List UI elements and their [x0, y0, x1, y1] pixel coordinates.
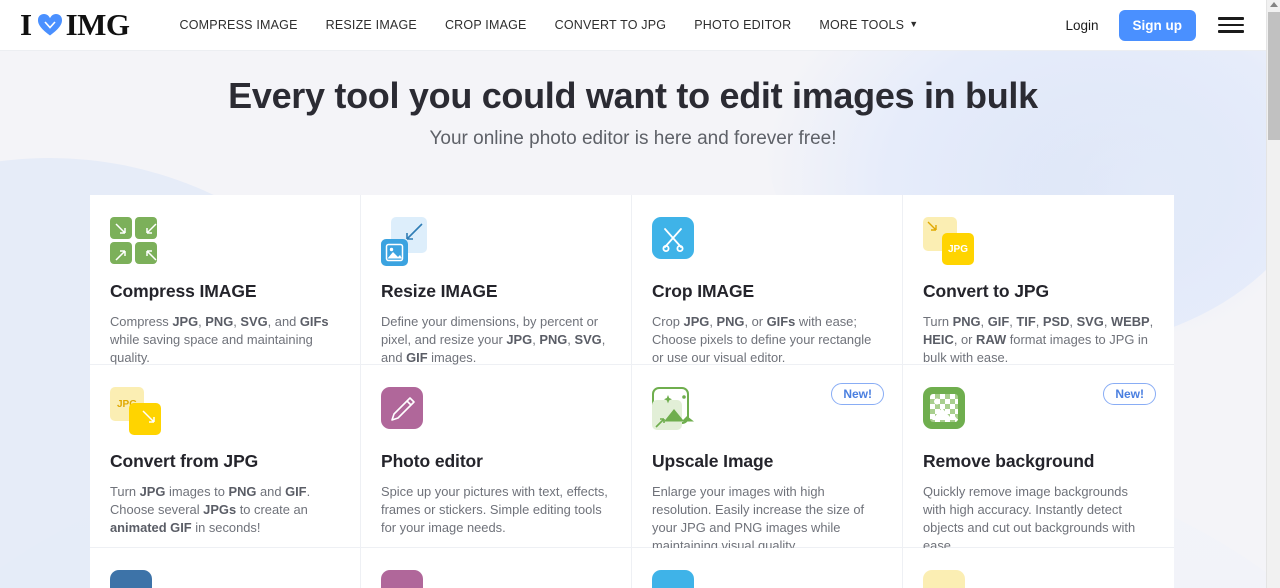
heart-icon — [37, 13, 63, 37]
tool-card-row3-4[interactable] — [903, 548, 1174, 588]
tool-description: Turn PNG, GIF, TIF, PSD, SVG, WEBP, HEIC… — [923, 314, 1154, 365]
header-actions: Login Sign up — [1053, 9, 1244, 41]
nav-label: PHOTO EDITOR — [694, 18, 792, 32]
remove-background-icon — [923, 387, 975, 437]
nav-label: CROP IMAGE — [444, 18, 527, 32]
tool-title: Convert from JPG — [110, 451, 259, 471]
logo-text-left: I — [20, 7, 32, 42]
tool-card-row3-1[interactable] — [90, 548, 361, 588]
icon-label: JPG — [947, 243, 968, 255]
tool-description: Quickly remove image backgrounds with hi… — [923, 484, 1136, 553]
hamburger-menu-icon[interactable] — [1218, 15, 1244, 35]
logo-iloveimg[interactable]: I IMG — [20, 7, 130, 43]
nav-item-convert-to-jpg[interactable]: CONVERT TO JPG — [541, 12, 681, 38]
convert-to-jpg-icon: JPG — [923, 217, 975, 267]
tool-description: Crop JPG, PNG, or GIFs with ease; Choose… — [652, 314, 872, 365]
scrollbar-thumb[interactable] — [1268, 12, 1280, 140]
page-title: Every tool you could want to edit images… — [228, 75, 1038, 116]
hero-section: Every tool you could want to edit images… — [0, 51, 1266, 150]
tool-title: Compress IMAGE — [110, 281, 257, 301]
tool-card-compress-image[interactable]: Compress IMAGE Compress JPG, PNG, SVG, a… — [90, 195, 361, 365]
upscale-image-icon — [652, 387, 704, 437]
nav-item-crop-image[interactable]: CROP IMAGE — [431, 12, 541, 38]
tool-card-convert-to-jpg[interactable]: JPG Convert to JPG Turn PNG, GIF, TIF, P… — [903, 195, 1174, 365]
tool-title: Resize IMAGE — [381, 281, 498, 301]
tool-card-crop-image[interactable]: Crop IMAGE Crop JPG, PNG, or GIFs with e… — [632, 195, 903, 365]
tool-description: Enlarge your images with high resolution… — [652, 484, 865, 553]
tool-card-resize-image[interactable]: Resize IMAGE Define your dimensions, by … — [361, 195, 632, 365]
photo-editor-pencil-icon — [381, 387, 433, 437]
tools-grid: Compress IMAGE Compress JPG, PNG, SVG, a… — [90, 195, 1175, 588]
tool-card-convert-from-jpg[interactable]: JPG Convert from JPG Turn JPG images to … — [90, 365, 361, 548]
tool-card-row3-2[interactable] — [361, 548, 632, 588]
nav-label: COMPRESS IMAGE — [179, 18, 298, 32]
page-scrollbar[interactable] — [1266, 0, 1280, 588]
compress-image-icon — [110, 217, 162, 267]
crop-image-scissors-icon — [652, 217, 704, 267]
main-navigation: COMPRESS IMAGE RESIZE IMAGE CROP IMAGE C… — [180, 12, 933, 38]
tool-title: Upscale Image — [652, 451, 774, 471]
tool-card-photo-editor[interactable]: Photo editor Spice up your pictures with… — [361, 365, 632, 548]
login-button[interactable]: Login — [1053, 10, 1110, 41]
chevron-down-icon: ▼ — [909, 19, 919, 29]
tool-description: Compress JPG, PNG, SVG, and GIFs while s… — [110, 314, 329, 365]
tool-title: Remove background — [923, 451, 1095, 471]
tool-title: Photo editor — [381, 451, 483, 471]
tool-title: Convert to JPG — [923, 281, 1049, 301]
convert-from-jpg-icon: JPG — [110, 387, 162, 437]
logo-text-right: IMG — [65, 7, 130, 42]
resize-image-icon — [381, 217, 433, 267]
rotate-image-icon — [652, 570, 704, 588]
nav-label: RESIZE IMAGE — [325, 18, 417, 32]
tool-card-upscale-image[interactable]: New! Upscale Image Enlarge your images w… — [632, 365, 903, 553]
tool-title: Crop IMAGE — [652, 281, 755, 301]
nav-item-more-tools[interactable]: MORE TOOLS ▼ — [805, 12, 932, 38]
html-to-image-icon — [923, 570, 975, 588]
tool-card-remove-background[interactable]: New! Remove background Quickly remove im… — [903, 365, 1174, 553]
tool-card-row3-3[interactable] — [632, 548, 903, 588]
meme-generator-icon — [381, 570, 433, 588]
tool-description: Spice up your pictures with text, effect… — [381, 484, 608, 535]
nav-item-photo-editor[interactable]: PHOTO EDITOR — [680, 12, 805, 38]
tool-description: Define your dimensions, by percent or pi… — [381, 314, 606, 365]
tool-description: Turn JPG images to PNG and GIF. Choose s… — [110, 484, 311, 535]
nav-label: CONVERT TO JPG — [554, 18, 667, 32]
scroll-up-arrow-icon[interactable] — [1270, 2, 1278, 10]
status-badge-new: New! — [831, 383, 884, 405]
signup-button[interactable]: Sign up — [1118, 9, 1196, 41]
page-root: I IMG COMPRESS IMAGE RESIZE IMAGE CROP I… — [0, 0, 1280, 588]
status-badge-new: New! — [1103, 383, 1156, 405]
nav-label: MORE TOOLS — [819, 18, 905, 32]
nav-item-resize-image[interactable]: RESIZE IMAGE — [312, 12, 431, 38]
watermark-image-icon — [110, 570, 162, 588]
site-header: I IMG COMPRESS IMAGE RESIZE IMAGE CROP I… — [0, 0, 1266, 51]
page-subtitle: Your online photo editor is here and for… — [429, 128, 837, 149]
nav-item-compress-image[interactable]: COMPRESS IMAGE — [180, 12, 312, 38]
